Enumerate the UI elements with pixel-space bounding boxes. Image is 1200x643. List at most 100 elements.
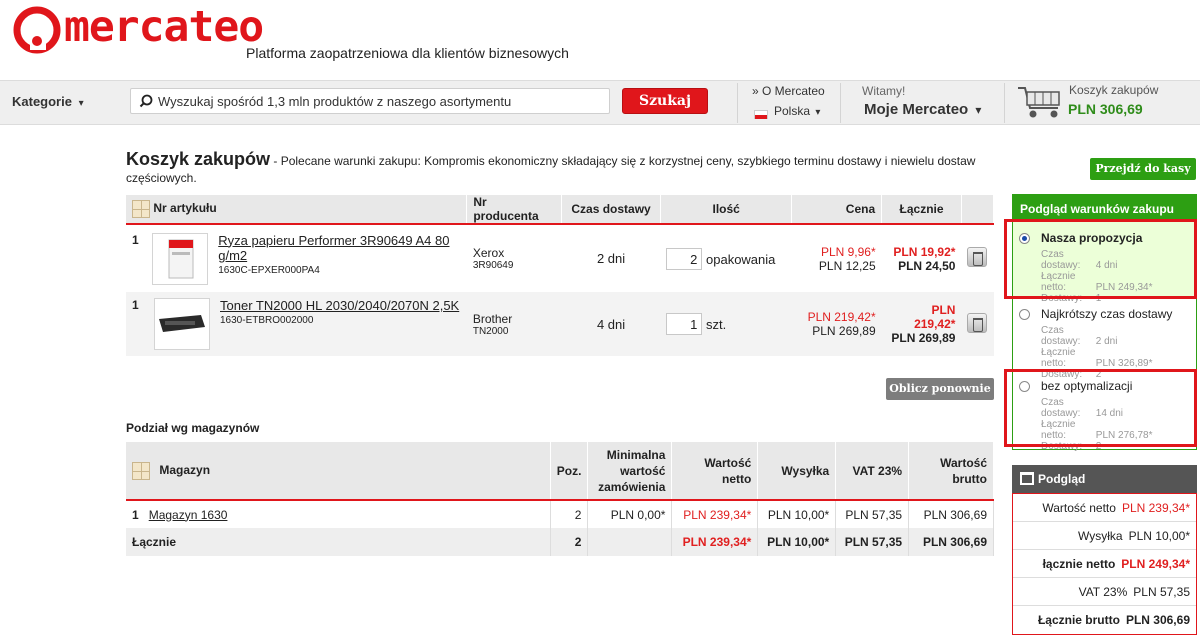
warehouse-table: Magazyn Poz. Minimalna wartość zamówieni… <box>126 442 994 556</box>
unit-label: szt. <box>706 317 727 332</box>
cart-table: Nr artykułu Nr producenta Czas dostawy I… <box>126 195 995 356</box>
summary-label: VAT 23% <box>1078 584 1128 599</box>
mpn: TN2000 <box>472 325 509 337</box>
row-index: 1 <box>132 507 139 522</box>
purchase-options-header: Podgląd warunków zakupu <box>1013 195 1196 221</box>
product-link[interactable]: Toner TN2000 HL 2030/2040/2070N 2,5K <box>220 298 459 313</box>
actions-cell <box>961 224 994 292</box>
account-menu[interactable]: Moje Mercateo ▾ <box>864 101 981 118</box>
min-order-cell: PLN 0,00* <box>587 500 673 528</box>
cart-total[interactable]: PLN 306,69 <box>1068 101 1143 117</box>
summary-label: łącznie netto <box>1042 556 1116 571</box>
vat-cell: PLN 57,35 <box>835 528 910 556</box>
option-title: Najkrótszy czas dostawy <box>1041 307 1173 321</box>
col-item-label: Nr artykułu <box>153 201 217 216</box>
option-fastest[interactable]: Najkrótszy czas dostawy Czas dostawy: 2 … <box>1013 297 1196 380</box>
page-heading: Koszyk zakupów - Polecane warunki zakupu… <box>126 150 976 187</box>
search-input[interactable]: Wyszukaj spośród 1,3 mln produktów z nas… <box>130 88 610 114</box>
summary-row: Wartość netto PLN 239,34* <box>1013 494 1196 522</box>
col-item: Nr artykułu <box>126 195 468 224</box>
table-row: 1 Toner TN2000 HL 2030/2040/2070N 2,5K 1… <box>126 292 994 356</box>
shipping-cell: PLN 10,00* <box>757 500 837 528</box>
summary-header: Podgląd <box>1012 465 1197 493</box>
pos-cell: 2 <box>550 500 589 528</box>
item-cell: 1 Toner TN2000 HL 2030/2040/2070N 2,5K 1… <box>126 292 467 356</box>
total-cell: PLN 19,92* PLN 24,50 <box>881 224 962 292</box>
col-qty: Ilość <box>660 195 793 224</box>
categories-label: Kategorie <box>12 94 72 109</box>
qty-cell: 2 opakowania <box>660 224 792 292</box>
quantity-input[interactable]: 2 <box>666 247 703 270</box>
categories-menu[interactable]: Kategorie ▾ <box>12 94 84 109</box>
product-image-paper[interactable] <box>152 232 209 285</box>
manufacturer-cell: Xerox 3R90649 <box>466 224 562 292</box>
col-manufacturer: Nr producenta <box>466 195 563 224</box>
net-cell: PLN 239,34* <box>671 500 759 528</box>
price-net: PLN 9,96* <box>820 244 876 259</box>
summary-value: PLN 249,34* <box>1121 556 1190 571</box>
table-row: 1 Ryza papieru Performer 3R90649 A4 80 g… <box>126 224 994 292</box>
total-gross: PLN 24,50 <box>898 258 956 273</box>
total-label: Łącznie <box>126 528 551 556</box>
radio-icon[interactable] <box>1019 309 1030 320</box>
col-price: Cena <box>791 195 883 224</box>
product-image-toner[interactable] <box>154 298 210 350</box>
select-all-icon[interactable] <box>132 200 150 218</box>
gross-cell: PLN 306,69 <box>908 528 994 556</box>
col-warehouse: Magazyn <box>126 442 551 500</box>
vat-cell: PLN 57,35 <box>835 500 910 528</box>
recalculate-button[interactable]: Oblicz ponownie <box>886 378 994 400</box>
summary-label: Łącznie brutto <box>1037 613 1120 627</box>
trash-icon[interactable] <box>967 312 988 333</box>
col-min-order: Minimalna wartość zamówienia <box>587 442 673 500</box>
search-button[interactable]: Szukaj <box>622 88 708 114</box>
col-pos: Poz. <box>550 442 589 500</box>
total-net: PLN 219,42* <box>914 303 956 331</box>
row-index: 1 <box>132 298 139 312</box>
summary-label: Wartość netto <box>1042 500 1116 515</box>
summary-label: Wysyłka <box>1078 528 1123 543</box>
chevron-down-icon: ▾ <box>78 98 84 109</box>
country-label: Polska <box>774 104 811 118</box>
gross-cell: PLN 306,69 <box>908 500 994 528</box>
col-total: Łącznie <box>881 195 962 224</box>
trash-icon[interactable] <box>967 247 988 267</box>
about-link[interactable]: » O Mercateo <box>752 84 825 98</box>
highlight-box <box>1004 219 1197 299</box>
brand-name[interactable]: mercateo <box>64 2 264 52</box>
checkout-button[interactable]: Przejdź do kasy <box>1090 158 1196 180</box>
price-gross: PLN 269,89 <box>812 324 876 338</box>
brand: Brother <box>472 311 513 326</box>
cart-label[interactable]: Koszyk zakupów <box>1069 83 1158 97</box>
total-net: PLN 19,92* <box>893 244 956 259</box>
quantity-input[interactable]: 1 <box>666 313 703 335</box>
col-actions <box>961 195 995 224</box>
warehouse-link[interactable]: Magazyn 1630 <box>149 508 228 522</box>
price-cell: PLN 9,96* PLN 12,25 <box>791 224 882 292</box>
search-icon <box>139 94 153 108</box>
total-row: Łącznie 2 PLN 239,34* PLN 10,00* PLN 57,… <box>126 528 994 556</box>
tagline: Platforma zaopatrzeniowa dla klientów bi… <box>246 45 569 61</box>
summary-panel: Wartość netto PLN 239,34* Wysyłka PLN 10,0… <box>1012 493 1197 635</box>
product-link[interactable]: Ryza papieru Performer 3R90649 A4 80 g/m… <box>218 233 461 263</box>
col-net: Wartość netto <box>671 442 759 500</box>
meta-value: PLN 326,89* <box>1095 358 1153 369</box>
manufacturer-cell: Brother TN2000 <box>466 292 562 356</box>
unit-label: opakowania <box>706 251 776 267</box>
pos-cell: 2 <box>550 528 589 556</box>
summary-value: PLN 57,35 <box>1133 584 1190 599</box>
summary-value: PLN 239,34* <box>1121 500 1190 515</box>
summary-row: Łącznie brutto PLN 306,69 <box>1013 606 1196 634</box>
col-vat: VAT 23% <box>835 442 910 500</box>
divider <box>1004 83 1005 123</box>
summary-row: łącznie netto PLN 249,34* <box>1013 550 1196 578</box>
country-selector[interactable]: Polska ▾ <box>774 104 820 118</box>
col-warehouse-label: Magazyn <box>159 462 211 477</box>
col-delivery: Czas dostawy <box>561 195 661 224</box>
highlight-box <box>1004 369 1197 447</box>
table-row: 1 Magazyn 1630 2 PLN 0,00* PLN 239,34* P… <box>126 500 994 528</box>
account-label: Moje Mercateo <box>864 101 969 118</box>
chevron-down-icon: ▾ <box>815 107 821 118</box>
shopping-cart-icon[interactable] <box>1016 84 1064 120</box>
select-all-icon[interactable] <box>132 461 150 480</box>
